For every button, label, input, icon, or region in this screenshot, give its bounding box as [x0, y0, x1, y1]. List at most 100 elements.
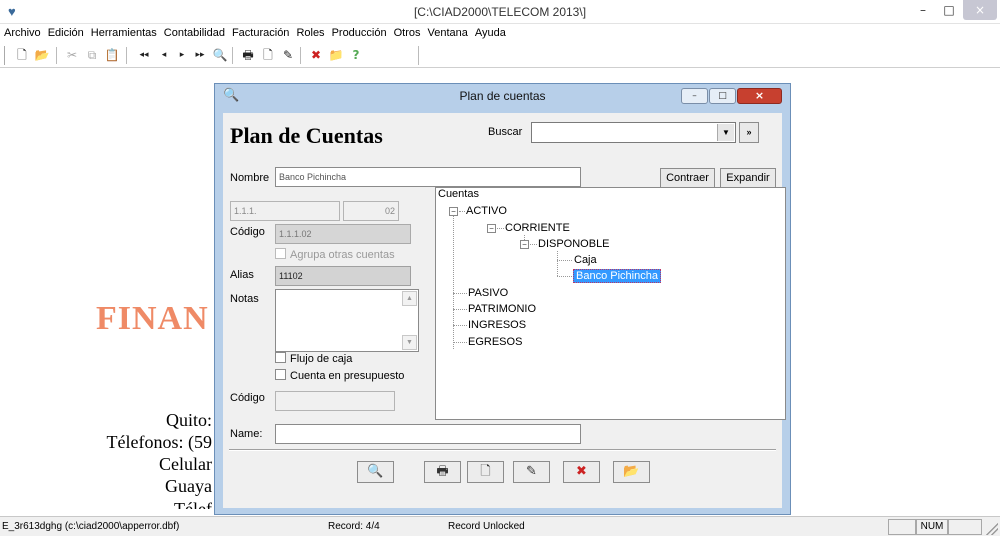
buscar-combobox[interactable]: ▼ [531, 122, 736, 143]
tree-node-disponible[interactable]: DISPONOBLE [538, 238, 610, 250]
menu-facturacion[interactable]: Facturación [228, 24, 292, 39]
new-record-icon[interactable]: 🗋 [258, 46, 278, 65]
open-record-icon[interactable]: 📁 [326, 46, 346, 65]
codigo2-field[interactable] [275, 391, 395, 411]
find-binoculars-icon[interactable]: 🔍 [210, 46, 230, 65]
tree-node-pasivo[interactable]: PASIVO [468, 287, 508, 299]
toolbar-grip [4, 46, 6, 65]
copy-icon[interactable]: ⧉ [82, 46, 102, 65]
print-icon[interactable]: 🖶 [238, 46, 258, 65]
cut-icon[interactable]: ✂ [62, 46, 82, 65]
dialog-close-button[interactable]: × [737, 88, 782, 104]
menu-herramientas[interactable]: Herramientas [87, 24, 160, 39]
previous-record-icon[interactable]: ◂ [154, 46, 174, 65]
tree-line [530, 244, 537, 245]
window-title: [C:\CIAD2000\TELECOM 2013\] [413, 5, 587, 19]
last-record-icon[interactable]: ▸▸ [190, 46, 210, 65]
parent-code-field[interactable]: 1.1.1. [230, 201, 340, 221]
menu-archivo[interactable]: Archivo [0, 24, 44, 39]
toolbar-separator [300, 47, 302, 64]
print-icon[interactable]: 🖶 [424, 461, 461, 483]
tree-node-egresos[interactable]: EGRESOS [468, 336, 522, 348]
flujo-label: Flujo de caja [290, 353, 353, 365]
nombre-label: Nombre [230, 172, 270, 184]
dialog-body: Plan de Cuentas Buscar ▼ » Nombre Banco … [223, 113, 786, 508]
delete-record-icon[interactable]: ✖ [306, 46, 326, 65]
flujo-checkbox[interactable]: Flujo de caja [275, 352, 352, 365]
tree-collapse-icon[interactable]: − [520, 240, 529, 249]
status-lock: Record Unlocked [448, 521, 525, 532]
delete-record-icon[interactable]: ✖ [563, 461, 600, 483]
toolbar-separator [56, 47, 58, 64]
contraer-button[interactable]: Contraer [660, 168, 715, 188]
menu-contabilidad[interactable]: Contabilidad [160, 24, 228, 39]
maximize-button[interactable]: □ [936, 0, 962, 20]
menu-ventana[interactable]: Ventana [424, 24, 471, 39]
background-company-title: FINAN [96, 300, 209, 337]
background-phone2-line: Télef [174, 499, 212, 509]
tree-node-patrimonio[interactable]: PATRIMONIO [468, 303, 536, 315]
agrupa-checkbox[interactable]: Agrupa otras cuentas [275, 248, 395, 261]
toolbar-separator [126, 47, 128, 64]
buscar-label: Buscar [488, 126, 523, 138]
nombre-field[interactable]: Banco Pichincha [275, 167, 581, 187]
tree-collapse-icon[interactable]: − [449, 207, 458, 216]
scroll-up-icon[interactable]: ▲ [402, 291, 417, 306]
checkbox-box[interactable] [275, 369, 286, 380]
tree-node-activo[interactable]: ACTIVO [466, 205, 507, 217]
tree-node-banco-pichincha[interactable]: Banco Pichincha [573, 269, 661, 283]
paste-icon[interactable]: 📋 [102, 46, 122, 65]
alias-field[interactable]: 11102 [275, 266, 411, 286]
dialog-minimize-button[interactable]: – [681, 88, 708, 104]
menu-otros[interactable]: Otros [390, 24, 424, 39]
sub-code-field[interactable]: 02 [343, 201, 399, 221]
open-folder-icon[interactable]: 📂 [32, 46, 52, 65]
tree-line [557, 251, 558, 276]
page-title: Plan de Cuentas [230, 123, 383, 148]
tree-root[interactable]: Cuentas [438, 188, 479, 200]
tree-line [459, 211, 465, 212]
codigo-field[interactable]: 1.1.1.02 [275, 224, 411, 244]
checkbox-box[interactable] [275, 352, 286, 363]
resize-grip-icon[interactable] [986, 523, 998, 535]
background-city-line: Quito: [165, 410, 212, 430]
tree-collapse-icon[interactable]: − [487, 224, 496, 233]
help-icon[interactable]: ? [346, 46, 366, 65]
close-button[interactable]: × [963, 0, 997, 20]
cuentas-tree[interactable]: Cuentas − ACTIVO − CORRIENTE − DISPONOBL… [435, 187, 786, 420]
minimize-button[interactable]: – [910, 0, 936, 20]
notas-textarea[interactable]: ▲ ▼ [275, 289, 419, 352]
plan-de-cuentas-dialog: 🔍 Plan de cuentas – □ × Plan de Cuentas … [214, 83, 791, 515]
scroll-down-icon[interactable]: ▼ [402, 335, 417, 350]
background-cell-line: Celular [159, 454, 212, 474]
tree-node-caja[interactable]: Caja [574, 254, 597, 266]
tree-line [557, 260, 572, 261]
new-record-icon[interactable]: 🗋 [467, 461, 504, 483]
edit-record-icon[interactable]: ✎ [278, 46, 298, 65]
presupuesto-checkbox[interactable]: Cuenta en presupuesto [275, 369, 404, 382]
codigo-label: Código [230, 226, 265, 238]
new-document-icon[interactable]: 🗋 [12, 46, 32, 65]
menu-roles[interactable]: Roles [292, 24, 327, 39]
tree-line [453, 309, 467, 310]
checkbox-box[interactable] [275, 248, 286, 259]
open-folder-icon[interactable]: 📂 [613, 461, 650, 483]
chevron-down-icon[interactable]: ▼ [717, 124, 734, 141]
name-label: Name: [230, 428, 263, 440]
expandir-button[interactable]: Expandir [720, 168, 776, 188]
next-record-icon[interactable]: ▸ [172, 46, 192, 65]
dialog-maximize-button[interactable]: □ [709, 88, 736, 104]
status-record: Record: 4/4 [328, 521, 380, 532]
menu-edicion[interactable]: Edición [44, 24, 87, 39]
buscar-go-button[interactable]: » [739, 122, 759, 143]
first-record-icon[interactable]: ◂◂ [134, 46, 154, 65]
menu-produccion[interactable]: Producción [328, 24, 390, 39]
dialog-title-bar[interactable]: 🔍 Plan de cuentas – □ × [215, 84, 790, 107]
codigo2-label: Código [230, 392, 265, 404]
tree-node-corriente[interactable]: CORRIENTE [505, 222, 570, 234]
tree-node-ingresos[interactable]: INGRESOS [468, 319, 526, 331]
edit-record-icon[interactable]: ✎ [513, 461, 550, 483]
menu-ayuda[interactable]: Ayuda [471, 24, 509, 39]
find-binoculars-icon[interactable]: 🔍 [357, 461, 394, 483]
name-field[interactable] [275, 424, 581, 444]
